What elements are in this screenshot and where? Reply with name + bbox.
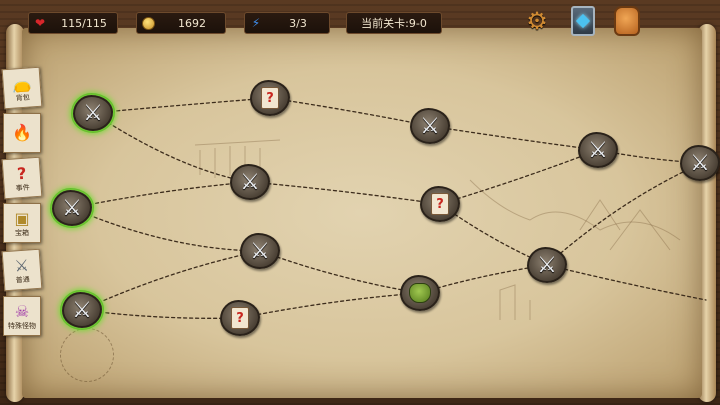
top-icon-group: ⚙ — [514, 2, 664, 40]
lightning-icon: ⚡ — [251, 16, 261, 30]
map-node-event[interactable]: ? — [220, 300, 260, 336]
map-node-battle[interactable]: ⚔ — [73, 95, 113, 131]
map-node-battle[interactable]: ⚔ — [680, 145, 720, 181]
crossed-swords-icon: ⚔ — [83, 100, 103, 126]
pouch-icon — [409, 283, 431, 303]
sidebar-item-label: 事件 — [15, 182, 30, 192]
map-node-battle[interactable]: ⚔ — [62, 292, 102, 328]
backpack-icon[interactable] — [610, 4, 644, 38]
sidebar-item-event[interactable]: ? 事件 — [1, 156, 43, 200]
map-node-event[interactable]: ? — [420, 186, 460, 222]
map-node-battle[interactable]: ⚔ — [240, 233, 280, 269]
map-node-event[interactable]: ? — [250, 80, 290, 116]
sidebar-item-bag[interactable]: 👝 背包 — [1, 66, 43, 110]
crossed-swords-icon: ⚔ — [240, 169, 260, 195]
compass-rose — [60, 328, 114, 382]
map-node-battle[interactable]: ⚔ — [52, 190, 92, 226]
crossed-swords-icon: ⚔ — [537, 252, 557, 278]
energy-display: ⚡ 3/3 — [244, 12, 330, 34]
map-node-battle[interactable]: ⚔ — [527, 247, 567, 283]
sidebar-item-campfire[interactable]: 🔥 — [3, 113, 41, 153]
treasure-chest-icon: ▣ — [14, 208, 30, 228]
map-node-treasure[interactable] — [400, 275, 440, 311]
pouch-icon: 👝 — [11, 72, 33, 94]
gear-icon[interactable]: ⚙ — [520, 4, 554, 38]
hp-value: 115/115 — [61, 16, 107, 30]
crossed-swords-icon: ⚔ — [690, 150, 710, 176]
map-node-battle[interactable]: ⚔ — [578, 132, 618, 168]
coin-icon — [137, 16, 159, 30]
crossed-swords-icon: ⚔ — [420, 113, 440, 139]
sidebar-item-treasure[interactable]: ▣ 宝箱 — [3, 203, 41, 243]
sidebar-item-normal[interactable]: ⚔ 普通 — [1, 248, 43, 292]
question-card-icon: ? — [261, 87, 279, 109]
crossed-swords-icon: ⚔ — [250, 238, 270, 264]
sidebar-item-label: 宝箱 — [15, 228, 29, 237]
question-card-icon: ? — [431, 193, 449, 215]
sidebar-item-label: 普通 — [15, 274, 30, 284]
current-level-label: 当前关卡:9-0 — [361, 17, 427, 30]
sidebar-item-label: 特殊怪物 — [8, 321, 36, 330]
question-card-icon: ? — [231, 307, 249, 329]
map-node-battle[interactable]: ⚔ — [230, 164, 270, 200]
sidebar-item-label: 背包 — [15, 92, 30, 102]
crossed-swords-icon: ⚔ — [13, 255, 30, 275]
crossed-swords-icon: ⚔ — [72, 297, 92, 323]
sidebar-item-special-monster[interactable]: ☠ 特殊怪物 — [3, 296, 41, 336]
energy-value: 3/3 — [289, 16, 307, 30]
gold-value: 1692 — [178, 16, 206, 30]
map-node-battle[interactable]: ⚔ — [410, 108, 450, 144]
top-hud: ❤ 115/115 1692 ⚡ 3/3 当前关卡:9-0 ⚙ — [0, 0, 720, 40]
campfire-icon: 🔥 — [12, 123, 32, 142]
heart-icon: ❤ — [34, 16, 46, 30]
crossed-swords-icon: ⚔ — [62, 195, 82, 221]
hp-display: ❤ 115/115 — [28, 12, 118, 34]
demon-icon: ☠ — [14, 301, 30, 321]
question-card-icon: ? — [16, 163, 27, 183]
gold-display: 1692 — [136, 12, 226, 34]
crossed-swords-icon: ⚔ — [588, 137, 608, 163]
current-level-display: 当前关卡:9-0 — [346, 12, 442, 34]
card-deck-icon[interactable] — [566, 4, 600, 38]
